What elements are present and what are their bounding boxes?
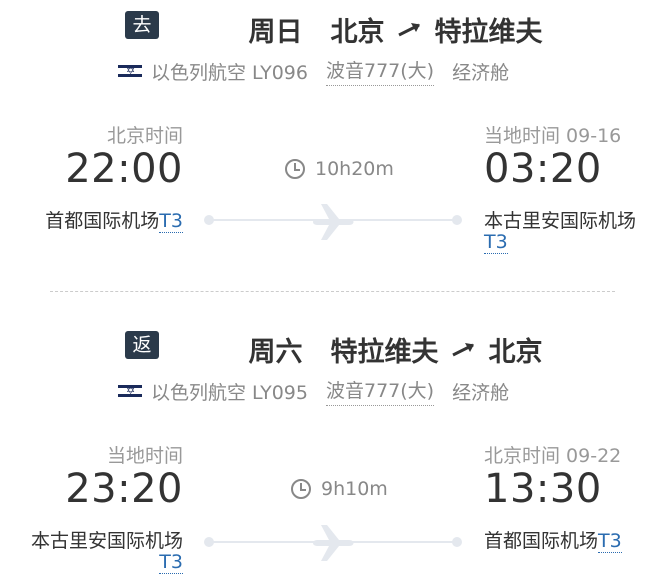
return-track-end	[452, 537, 462, 547]
outbound-dep-airport-name: 首都国际机场	[45, 210, 160, 232]
outbound-leg: 去 周日 北京 特拉维夫 ✡ 以色列航空 LY096 波音777(大) 经济舱 …	[0, 0, 661, 280]
outbound-dep-airport: 首都国际机场T3	[45, 206, 183, 233]
return-leg: 返 周六 特拉维夫 北京 ✡ 以色列航空 LY095 波音777(大) 经济舱 …	[0, 320, 661, 586]
outbound-track-end	[452, 215, 462, 225]
return-dep-label: 当地时间	[106, 445, 183, 467]
el-al-logo: ✡	[115, 59, 145, 83]
return-flight-info: ✡ 以色列航空 LY095 波音777(大) 经济舱	[115, 376, 509, 406]
outbound-flight-info: ✡ 以色列航空 LY096 波音777(大) 经济舱	[115, 56, 509, 86]
outbound-arr-terminal[interactable]: T3	[484, 231, 508, 254]
outbound-arr-label: 当地时间 09-16	[484, 125, 622, 147]
return-aircraft[interactable]: 波音777(大)	[325, 376, 435, 406]
outbound-from-city: 北京	[330, 17, 385, 48]
return-day: 周六	[248, 337, 303, 368]
return-dep-terminal[interactable]: T3	[159, 551, 183, 574]
outbound-arr-airport: 本古里安国际机场	[484, 210, 637, 232]
plane-icon	[311, 202, 357, 246]
outbound-day: 周日	[248, 17, 303, 48]
arrow-right-icon	[451, 336, 477, 364]
arrow-right-icon	[397, 16, 423, 44]
outbound-dep-label: 北京时间	[106, 125, 183, 147]
outbound-to-city: 特拉维夫	[434, 17, 543, 48]
return-route-title: 周六 特拉维夫 北京	[0, 330, 661, 369]
return-arr-time: 13:30	[484, 466, 602, 512]
return-dep-time: 23:20	[65, 466, 183, 512]
outbound-arr-time: 03:20	[484, 146, 602, 192]
return-arr-label: 北京时间 09-22	[484, 445, 622, 467]
return-from-city: 特拉维夫	[330, 337, 439, 368]
outbound-airline: 以色列航空 LY096	[151, 61, 308, 84]
clock-icon	[291, 479, 311, 499]
outbound-route-title: 周日 北京 特拉维夫	[0, 10, 661, 49]
return-airline: 以色列航空 LY095	[151, 381, 308, 404]
outbound-dep-time: 22:00	[65, 146, 183, 192]
outbound-dep-terminal[interactable]: T3	[159, 210, 183, 233]
return-duration-text: 9h10m	[321, 478, 388, 500]
outbound-duration-text: 10h20m	[315, 158, 394, 180]
el-al-logo: ✡	[115, 379, 145, 403]
return-arr-airport-name: 首都国际机场	[484, 530, 599, 552]
return-cabin: 经济舱	[452, 381, 510, 404]
outbound-arr-terminal-wrap: T3	[484, 231, 508, 254]
return-dep-airport: 本古里安国际机场	[30, 530, 183, 552]
outbound-duration: 10h20m	[285, 158, 394, 180]
return-duration: 9h10m	[291, 478, 388, 500]
return-arr-terminal[interactable]: T3	[598, 530, 622, 553]
outbound-aircraft[interactable]: 波音777(大)	[325, 56, 435, 86]
clock-icon	[285, 159, 305, 179]
return-to-city: 北京	[488, 337, 543, 368]
return-dep-terminal-wrap: T3	[159, 551, 183, 574]
leg-divider	[50, 291, 615, 292]
outbound-cabin: 经济舱	[452, 61, 510, 84]
return-arr-airport: 首都国际机场T3	[484, 526, 622, 553]
plane-icon	[311, 523, 357, 567]
